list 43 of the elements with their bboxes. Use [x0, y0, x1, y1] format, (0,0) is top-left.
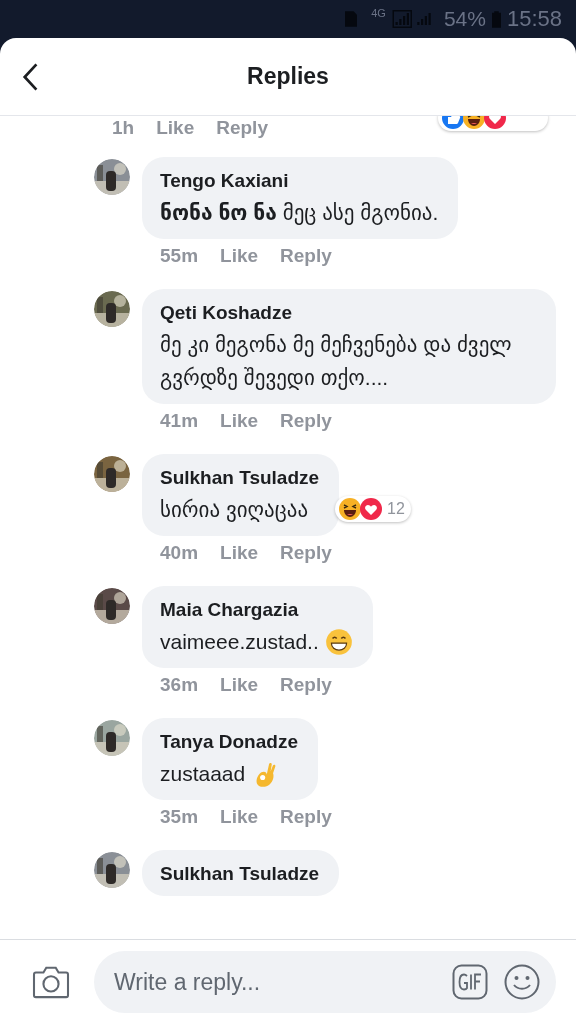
laughing-face-icon	[338, 497, 363, 521]
comment-time: 41m	[160, 410, 199, 433]
comment-text: zustaaad	[160, 761, 246, 787]
commenter-name[interactable]: Tanya Donadze	[160, 730, 298, 754]
comment-time: 35m	[160, 806, 199, 829]
battery-icon	[491, 10, 501, 28]
reply-link[interactable]: Reply	[216, 117, 268, 139]
commenter-name[interactable]: Qeti Koshadze	[160, 301, 536, 325]
reply-input-field[interactable]: Write a reply...	[112, 967, 436, 997]
smiley-icon[interactable]	[504, 964, 540, 1000]
like-link[interactable]: Like	[220, 542, 259, 570]
header-title: Replies	[247, 63, 329, 90]
like-link[interactable]: Like	[220, 674, 259, 702]
comment-text: სირია ვიღაცაა	[160, 497, 309, 524]
like-link[interactable]: Like	[156, 117, 195, 139]
camera-icon[interactable]	[32, 965, 70, 999]
clock-time: 15:58	[506, 6, 562, 32]
reply-link[interactable]: Reply	[280, 542, 332, 570]
like-link[interactable]: Like	[220, 806, 259, 834]
comment-text: vaimeee.zustad..	[160, 629, 319, 655]
reply-link[interactable]: Reply	[280, 674, 332, 702]
comment-text: ნონა ნო ნა მეც ასე მგონია.	[160, 200, 439, 227]
commenter-name[interactable]: Sulkhan Tsuladze	[160, 466, 320, 490]
comment-time: 1h	[112, 117, 135, 139]
battery-percentage: 54%	[443, 7, 486, 31]
commenter-name[interactable]: Tengo Kaxiani	[160, 169, 439, 193]
grinning-face-icon	[324, 627, 353, 656]
comment-time: 36m	[160, 674, 199, 697]
comment-time: 55m	[160, 245, 199, 268]
gif-icon[interactable]	[452, 964, 488, 1000]
reply-field[interactable]: Write a reply...	[94, 951, 556, 1013]
like-link[interactable]: Like	[220, 245, 259, 273]
network-type: 4G	[371, 7, 386, 19]
comment-time: 40m	[160, 542, 199, 565]
like-link[interactable]: Like	[220, 410, 259, 438]
reactions-badge[interactable]: 12	[335, 496, 411, 522]
sim-card-icon	[345, 11, 358, 27]
reply-link[interactable]: Reply	[280, 410, 332, 438]
commenter-name[interactable]: Sulkhan Tsuladze	[160, 862, 320, 886]
reply-link[interactable]: Reply	[280, 245, 332, 273]
reply-link[interactable]: Reply	[280, 806, 332, 834]
comment-text: მე კი მეგონა მე მეჩვენება და ძველ გვრდზე შევედი თქო....	[160, 332, 513, 392]
commenter-name[interactable]: Maia Chargazia	[160, 598, 353, 622]
